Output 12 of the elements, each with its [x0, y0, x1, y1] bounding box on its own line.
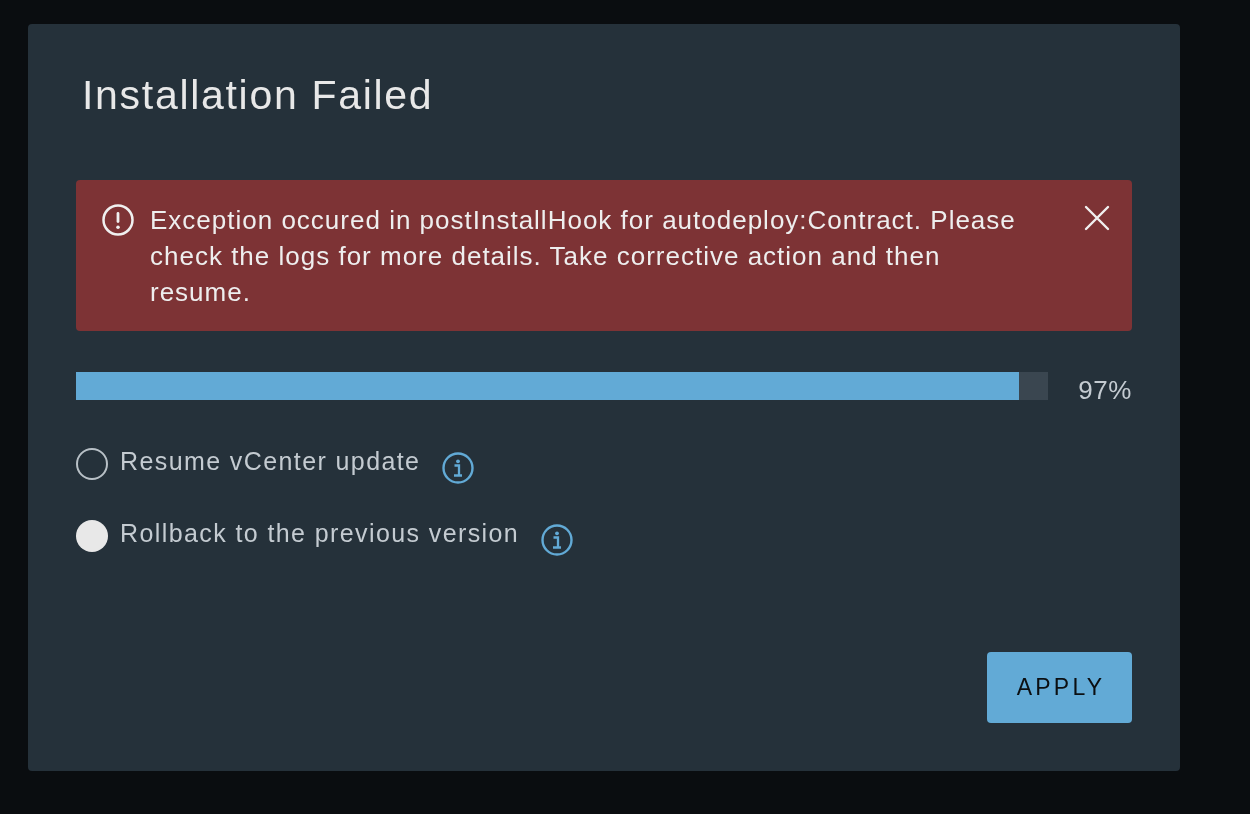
dialog-title: Installation Failed: [82, 71, 434, 119]
option-label[interactable]: Resume vCenter update: [120, 446, 421, 476]
progress-percentage: 97%: [1077, 376, 1132, 404]
radio-button[interactable]: [76, 448, 108, 480]
exclamation-circle-icon: [102, 204, 134, 236]
close-button[interactable]: [1084, 205, 1110, 231]
apply-button[interactable]: APPLY: [987, 652, 1132, 723]
option-label[interactable]: Rollback to the previous version: [120, 518, 520, 548]
info-icon[interactable]: [442, 452, 475, 484]
error-message: Exception occured in postInstallHook for autodeploy:Contract. Please check the logs for more details. Take corrective action and then resume.: [150, 204, 1017, 309]
radio-button[interactable]: [76, 520, 108, 552]
info-icon[interactable]: [541, 524, 574, 556]
